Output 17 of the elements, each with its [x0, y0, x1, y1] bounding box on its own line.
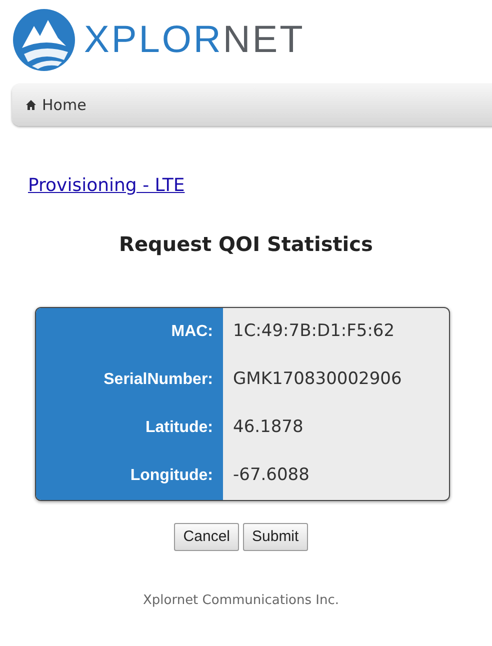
provisioning-link[interactable]: Provisioning - LTE — [28, 175, 185, 196]
field-value: GMK170830002906 — [232, 368, 403, 392]
field-label: Latitude: — [36, 404, 223, 452]
brand-name: XPLORNET — [84, 21, 305, 59]
field-label: MAC: — [36, 308, 223, 356]
field-value: 1C:49:7B:D1:F5:62 — [232, 320, 396, 344]
submit-button[interactable]: Submit — [243, 523, 308, 551]
cancel-button[interactable]: Cancel — [174, 523, 239, 551]
home-link[interactable]: Home — [26, 94, 86, 116]
field-value: -67.6088 — [232, 464, 310, 488]
field-label: Longitude: — [36, 452, 223, 500]
footer-text: Xplornet Communications Inc. — [142, 592, 340, 610]
field-label: SerialNumber: — [36, 356, 223, 404]
home-icon — [26, 100, 36, 110]
page-title: Request QOI Statistics — [118, 231, 374, 258]
field-value: 46.1878 — [232, 416, 304, 440]
logo-icon — [12, 8, 76, 72]
